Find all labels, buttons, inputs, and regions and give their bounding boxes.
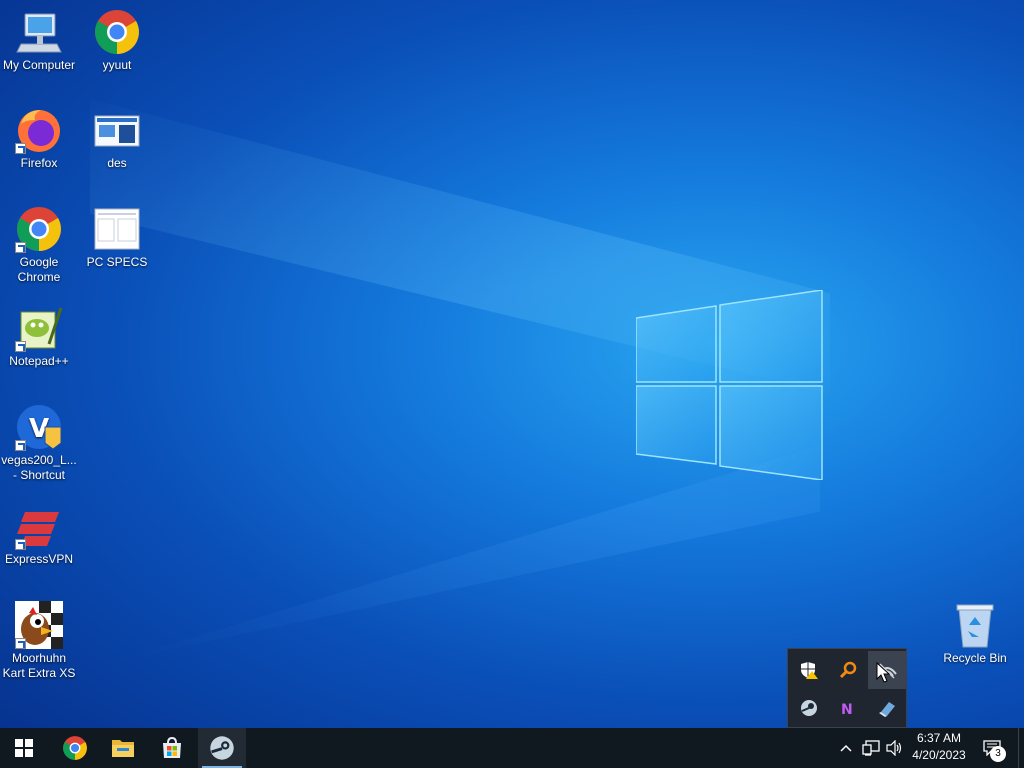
shortcut-arrow-icon [15, 143, 26, 154]
start-button[interactable] [0, 728, 48, 768]
desktop: My Computer yyuut Firefox des Google Chr… [0, 0, 1024, 728]
shortcut-arrow-icon [15, 440, 26, 451]
computer-icon [15, 8, 63, 56]
taskbar: 6:37 AM 4/20/2023 [0, 728, 1024, 768]
desktop-icon-moorhuhn-kart[interactable]: Moorhuhn Kart Extra XS [0, 601, 78, 681]
steam-icon[interactable] [790, 689, 828, 727]
shortcut-arrow-icon [15, 341, 26, 352]
expressvpn-icon [15, 502, 63, 550]
desktop-icon-label: Notepad++ [9, 354, 69, 368]
show-hidden-icons-chevron-icon[interactable] [836, 738, 856, 758]
document-icon [93, 205, 141, 253]
desktop-icon-label: My Computer [2, 58, 76, 72]
desktop-icon-recycle-bin[interactable]: Recycle Bin [936, 601, 1014, 666]
network-icon[interactable] [861, 738, 881, 758]
desktop-icon-google-chrome[interactable]: Google Chrome [0, 205, 78, 285]
notepadpp-icon [15, 304, 63, 352]
chrome-icon [63, 736, 87, 760]
onenote-icon[interactable]: N [829, 689, 867, 727]
desktop-icon-label: vegas200_L... - Shortcut [1, 453, 77, 482]
mouse-cursor [876, 662, 890, 683]
clock-date: 4/20/2023 [912, 748, 966, 762]
search-tool-icon[interactable] [829, 651, 867, 689]
steam-icon [210, 736, 234, 760]
shortcut-arrow-icon [15, 539, 26, 550]
taskbar-steam-button[interactable] [198, 728, 246, 768]
desktop-icon-label: Recycle Bin [943, 651, 1007, 665]
desktop-icon-firefox[interactable]: Firefox [0, 106, 78, 171]
recycle-bin-icon [951, 601, 999, 649]
svg-text:N: N [841, 702, 853, 718]
desktop-icon-yyuut[interactable]: yyuut [78, 8, 156, 73]
usb-eject-icon[interactable] [868, 689, 906, 727]
desktop-icon-des[interactable]: des [78, 106, 156, 171]
desktop-icon-vegas-shortcut[interactable]: V vegas200_L... - Shortcut [0, 403, 78, 483]
start-icon [15, 739, 33, 757]
microsoft-store-icon [163, 736, 181, 758]
show-desktop-button[interactable] [1018, 728, 1024, 768]
tray-overflow-flyout: N [787, 648, 907, 728]
vegas-icon: V [15, 403, 63, 451]
chrome-icon [15, 205, 63, 253]
chrome-icon [93, 8, 141, 56]
desktop-icon-label: Firefox [20, 156, 58, 170]
moorhuhn-icon [15, 601, 63, 649]
desktop-icon-label: ExpressVPN [4, 552, 74, 566]
desktop-icon-label: Moorhuhn Kart Extra XS [2, 651, 76, 680]
desktop-icon-my-computer[interactable]: My Computer [0, 8, 78, 73]
shortcut-arrow-icon [15, 638, 26, 649]
desktop-icon-label: PC SPECS [86, 255, 148, 269]
desktop-icon-label: yyuut [102, 58, 132, 72]
file-explorer-icon [112, 740, 134, 757]
desktop-icon-pc-specs[interactable]: PC SPECS [78, 205, 156, 270]
shortcut-arrow-icon [15, 242, 26, 253]
windows-logo-wallpaper [636, 290, 823, 480]
desktop-icon-label: des [107, 156, 127, 170]
clock[interactable]: 6:37 AM 4/20/2023 [906, 730, 972, 766]
taskbar-chrome-button[interactable] [51, 728, 99, 768]
document-icon [93, 106, 141, 154]
desktop-icon-expressvpn[interactable]: ExpressVPN [0, 502, 78, 567]
defender-warning-icon[interactable] [790, 651, 828, 689]
taskbar-file-explorer-button[interactable] [99, 728, 147, 768]
clock-time: 6:37 AM [916, 731, 962, 745]
taskbar-microsoft-store-button[interactable] [148, 728, 196, 768]
firefox-icon [15, 106, 63, 154]
volume-icon[interactable] [885, 738, 905, 758]
desktop-icon-notepadpp[interactable]: Notepad++ [0, 304, 78, 369]
desktop-icon-label: Google Chrome [17, 255, 61, 284]
notification-count-badge: 3 [990, 746, 1006, 762]
